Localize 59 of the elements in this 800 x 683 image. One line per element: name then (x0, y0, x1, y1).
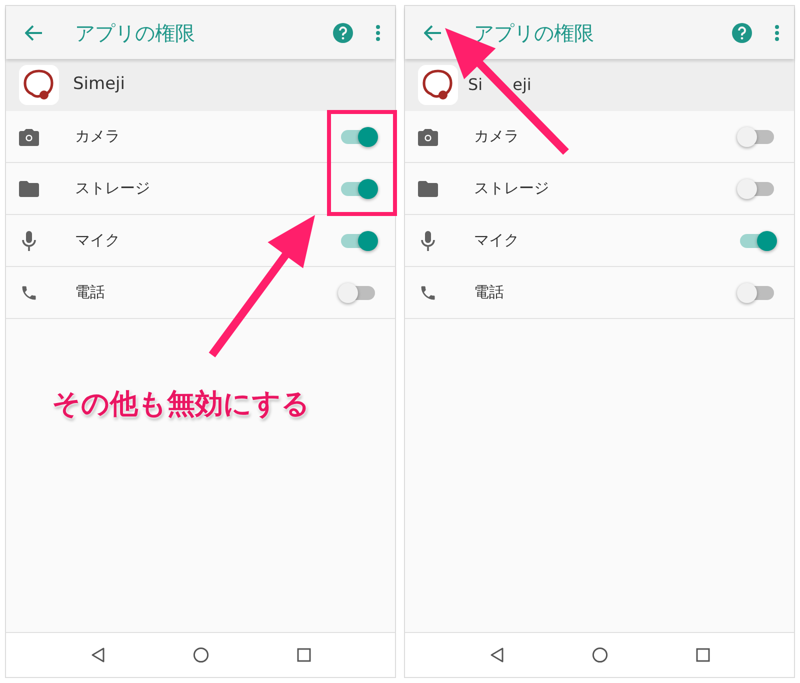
toggle-switch[interactable] (341, 130, 375, 144)
annotation-caption: その他も無効にする (52, 386, 310, 422)
permission-label: ストレージ (474, 178, 549, 200)
app-icon (19, 65, 59, 105)
more-vertical-icon (375, 24, 381, 40)
more-options-button[interactable] (774, 24, 780, 40)
back-triangle-icon (90, 647, 104, 663)
folder-icon (19, 180, 39, 196)
back-triangle-icon (490, 647, 504, 663)
permission-row[interactable]: ストレージ (6, 163, 395, 215)
recents-nav-button[interactable] (296, 648, 310, 662)
app-icon (418, 65, 458, 105)
home-nav-button[interactable] (592, 647, 608, 663)
app-name: eji (512, 74, 532, 96)
screen-title: アプリの権限 (75, 20, 195, 46)
camera-icon (19, 128, 39, 146)
permission-label: 電話 (474, 282, 504, 304)
camera-icon (418, 128, 438, 146)
microphone-icon (421, 230, 435, 250)
more-options-button[interactable] (375, 24, 381, 40)
help-icon (333, 22, 353, 42)
phone-icon (20, 284, 38, 302)
toggle-switch[interactable] (740, 286, 774, 300)
screen-title: アプリの権限 (474, 20, 594, 46)
help-button[interactable] (732, 22, 752, 42)
toggle-switch[interactable] (341, 234, 375, 248)
home-circle-icon (592, 647, 608, 663)
permission-row[interactable]: 電話 (405, 267, 794, 319)
permission-label: カメラ (75, 126, 120, 148)
recents-square-icon (296, 648, 310, 662)
home-nav-button[interactable] (192, 647, 208, 663)
recents-nav-button[interactable] (696, 648, 710, 662)
back-arrow-icon (25, 24, 43, 40)
help-button[interactable] (333, 22, 353, 42)
toggle-switch[interactable] (740, 234, 774, 248)
permission-label: ストレージ (75, 178, 150, 200)
help-icon (732, 22, 752, 42)
folder-icon (418, 180, 438, 196)
toggle-switch[interactable] (740, 182, 774, 196)
permission-label: カメラ (474, 126, 519, 148)
back-nav-button[interactable] (490, 647, 504, 663)
permission-row[interactable]: ストレージ (405, 163, 794, 215)
toggle-switch[interactable] (341, 182, 375, 196)
app-name: Simeji (73, 73, 125, 96)
more-vertical-icon (774, 24, 780, 40)
toggle-switch[interactable] (740, 130, 774, 144)
back-arrow-icon (424, 24, 442, 40)
toggle-switch[interactable] (341, 286, 375, 300)
back-nav-button[interactable] (90, 647, 104, 663)
phone-icon (419, 284, 437, 302)
microphone-icon (22, 230, 36, 250)
permission-label: マイク (474, 230, 519, 252)
recents-square-icon (696, 648, 710, 662)
app-name: Si (468, 74, 483, 96)
permission-label: 電話 (75, 282, 105, 304)
permission-row[interactable]: カメラ (6, 111, 395, 163)
home-circle-icon (192, 647, 208, 663)
permission-row[interactable]: マイク (405, 215, 794, 267)
permission-label: マイク (75, 230, 120, 252)
